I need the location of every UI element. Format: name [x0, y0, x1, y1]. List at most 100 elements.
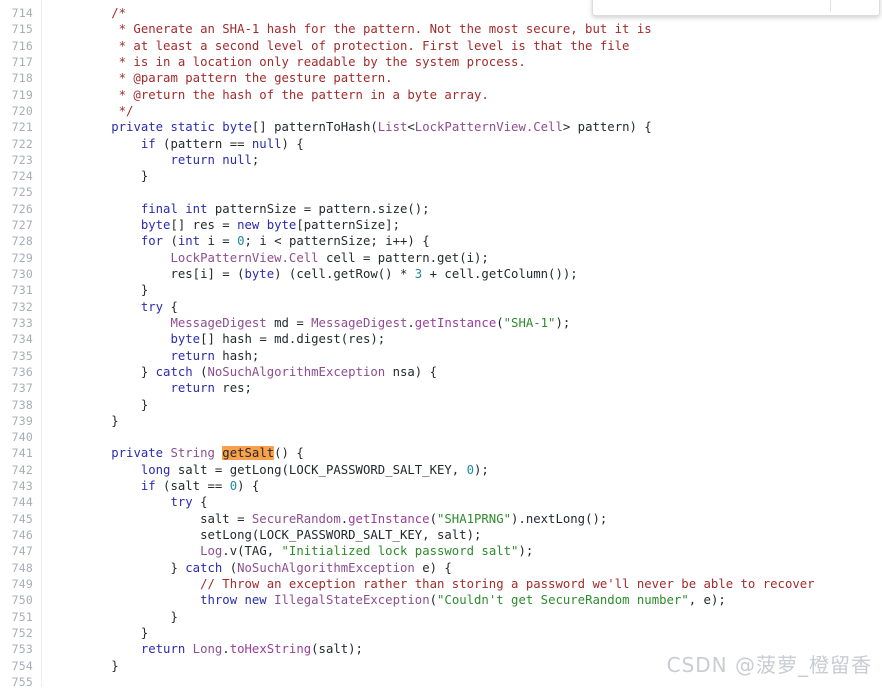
- code-token: }: [52, 169, 149, 184]
- code-line[interactable]: 741 private String getSalt() {: [0, 445, 882, 461]
- code-token: catch: [185, 560, 223, 575]
- line-number: 718: [11, 71, 33, 86]
- code-line-text: * at least a second level of protection.…: [52, 38, 630, 54]
- code-line[interactable]: 745 salt = SecureRandom.getInstance("SHA…: [0, 511, 882, 527]
- code-token: [] hash = md.digest(res);: [200, 332, 386, 347]
- line-number: 753: [11, 642, 33, 657]
- code-line[interactable]: 742 long salt = getLong(LOCK_PASSWORD_SA…: [0, 462, 882, 478]
- code-viewer[interactable]: 714 /* 715 * Generate an SHA-1 hash for t…: [0, 0, 882, 689]
- code-token: Long: [192, 642, 223, 657]
- code-line-text: return null;: [52, 152, 259, 168]
- code-line[interactable]: 743 if (salt == 0) {: [0, 478, 882, 494]
- line-number: 722: [11, 136, 33, 151]
- code-token: );: [518, 544, 534, 559]
- code-token: + cell.getColumn());: [422, 267, 578, 281]
- code-line[interactable]: 726 final int patternSize = pattern.size…: [0, 201, 882, 217]
- code-token: cell = pattern.get(i);: [318, 250, 489, 265]
- code-token: );: [555, 315, 571, 330]
- code-token: "SHA1PRNG": [436, 511, 512, 526]
- code-line-text: try {: [52, 494, 207, 510]
- code-line[interactable]: 717 * is in a location only readable by …: [0, 54, 882, 70]
- line-number: 754: [11, 658, 33, 673]
- line-number: 738: [11, 397, 33, 412]
- code-line[interactable]: 724 }: [0, 168, 882, 184]
- code-line[interactable]: 732 try {: [0, 299, 882, 315]
- code-line[interactable]: 734 byte[] hash = md.digest(res);: [0, 331, 882, 347]
- code-line[interactable]: 736 } catch (NoSuchAlgorithmException ns…: [0, 364, 882, 380]
- code-token: (: [163, 234, 178, 249]
- code-line[interactable]: 746 setLong(LOCK_PASSWORD_SALT_KEY, salt…: [0, 527, 882, 543]
- code-line[interactable]: 747 Log.v(TAG, "Initialized lock passwor…: [0, 543, 882, 559]
- code-line[interactable]: 744 try {: [0, 494, 882, 510]
- line-number: 724: [11, 169, 33, 184]
- code-token: getInstance: [414, 315, 497, 330]
- code-token: getInstance: [348, 511, 430, 526]
- code-line[interactable]: 739 }: [0, 413, 882, 429]
- line-number: 746: [11, 528, 33, 542]
- code-line[interactable]: 750 throw new IllegalStateException("Cou…: [0, 592, 882, 608]
- code-line[interactable]: 718 * @param pattern the gesture pattern…: [0, 70, 882, 86]
- code-line[interactable]: 720 */: [0, 103, 882, 119]
- code-line[interactable]: 728 for (int i = 0; i < patternSize; i++…: [0, 233, 882, 249]
- code-token: }: [52, 397, 149, 412]
- code-line[interactable]: 748 } catch (NoSuchAlgorithmException e)…: [0, 560, 882, 576]
- code-line-text: */: [52, 103, 134, 119]
- code-token: private: [111, 446, 164, 461]
- code-token: MessageDigest: [170, 315, 267, 330]
- code-line[interactable]: 733 MessageDigest md = MessageDigest.get…: [0, 315, 882, 331]
- code-token: ;: [251, 152, 260, 167]
- code-line[interactable]: 715 * Generate an SHA-1 hash for the pat…: [0, 21, 882, 37]
- code-line[interactable]: 740: [0, 429, 882, 445]
- code-token: byte: [170, 332, 201, 347]
- floating-search-panel[interactable]: [592, 0, 880, 16]
- code-token: (: [222, 560, 238, 575]
- code-line[interactable]: 729 LockPatternView.Cell cell = pattern.…: [0, 250, 882, 266]
- code-line[interactable]: 751 }: [0, 609, 882, 625]
- code-token: */: [52, 103, 134, 118]
- code-token: (pattern ==: [155, 136, 252, 151]
- code-line[interactable]: 727 byte[] res = new byte[patternSize];: [0, 217, 882, 233]
- code-line[interactable]: 722 if (pattern == null) {: [0, 136, 882, 152]
- code-line-text: /*: [52, 5, 126, 21]
- code-token: * @return the hash of the pattern in a b…: [52, 87, 489, 102]
- code-token: }: [52, 283, 149, 298]
- line-number: 742: [11, 462, 33, 477]
- line-number: 736: [11, 364, 33, 379]
- code-line-text: }: [52, 658, 118, 674]
- code-line[interactable]: 719 * @return the hash of the pattern in…: [0, 87, 882, 103]
- code-line[interactable]: 730 res[i] = (byte) (cell.getRow() * 3 +…: [0, 266, 882, 282]
- code-line[interactable]: 737 return res;: [0, 380, 882, 396]
- code-token: "Initialized lock password salt": [281, 544, 519, 559]
- code-line[interactable]: 721 private static byte[] patternToHash(…: [0, 119, 882, 135]
- code-token: "Couldn't get SecureRandom number": [437, 593, 689, 608]
- line-number: 730: [11, 267, 33, 281]
- code-line[interactable]: 738 }: [0, 397, 882, 413]
- code-token: IllegalStateException: [274, 593, 430, 608]
- code-line[interactable]: 716 * at least a second level of protect…: [0, 38, 882, 54]
- code-line[interactable]: 725: [0, 184, 882, 200]
- code-line[interactable]: 749 // Throw an exception rather than st…: [0, 576, 882, 592]
- code-token: final int: [140, 201, 208, 216]
- line-number: 725: [11, 185, 33, 200]
- code-token: md =: [266, 315, 312, 330]
- line-number: 729: [11, 250, 33, 265]
- code-line[interactable]: 752 }: [0, 625, 882, 641]
- code-token: toHexString: [229, 642, 312, 657]
- code-token: );: [474, 462, 489, 477]
- code-token: for: [140, 234, 164, 249]
- code-token: patternSize = pattern.size();: [207, 201, 430, 216]
- code-line[interactable]: 723 return null;: [0, 152, 882, 168]
- code-token: throw new: [200, 593, 267, 608]
- code-token: setLong(LOCK_PASSWORD_SALT_KEY, salt);: [52, 528, 482, 542]
- code-line[interactable]: 735 return hash;: [0, 348, 882, 364]
- line-number: 741: [11, 446, 33, 461]
- code-line-text: private static byte[] patternToHash(List…: [52, 119, 651, 135]
- code-line[interactable]: 731 }: [0, 282, 882, 298]
- code-token: byte: [140, 218, 171, 233]
